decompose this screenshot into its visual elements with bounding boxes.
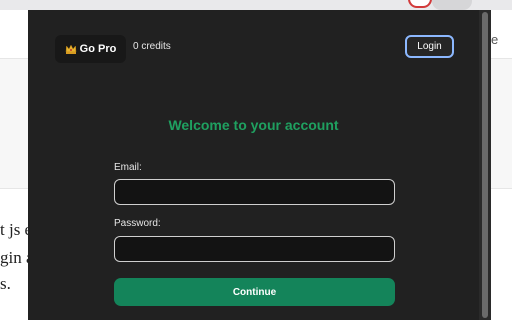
extensions-button[interactable] bbox=[432, 0, 472, 10]
welcome-heading: Welcome to your account bbox=[168, 117, 339, 133]
login-button[interactable]: Login bbox=[405, 35, 454, 58]
go-pro-button[interactable]: Go Pro bbox=[55, 35, 126, 63]
background-text-line: s. bbox=[0, 274, 11, 293]
scrollbar-thumb[interactable] bbox=[482, 12, 488, 318]
crown-icon bbox=[65, 44, 76, 54]
password-field[interactable] bbox=[114, 236, 395, 262]
credits-count: 0 credits bbox=[133, 41, 171, 52]
password-label: Password: bbox=[114, 218, 161, 229]
continue-button[interactable]: Continue bbox=[114, 278, 395, 306]
background-text-fragment: e bbox=[491, 32, 499, 47]
go-pro-label: Go Pro bbox=[79, 43, 117, 55]
browser-toolbar bbox=[0, 0, 512, 10]
email-label: Email: bbox=[114, 162, 142, 173]
email-field[interactable] bbox=[114, 179, 395, 205]
profile-avatar[interactable] bbox=[408, 0, 432, 8]
extension-popup: Go Pro 0 credits Login Welcome to your a… bbox=[28, 10, 479, 320]
